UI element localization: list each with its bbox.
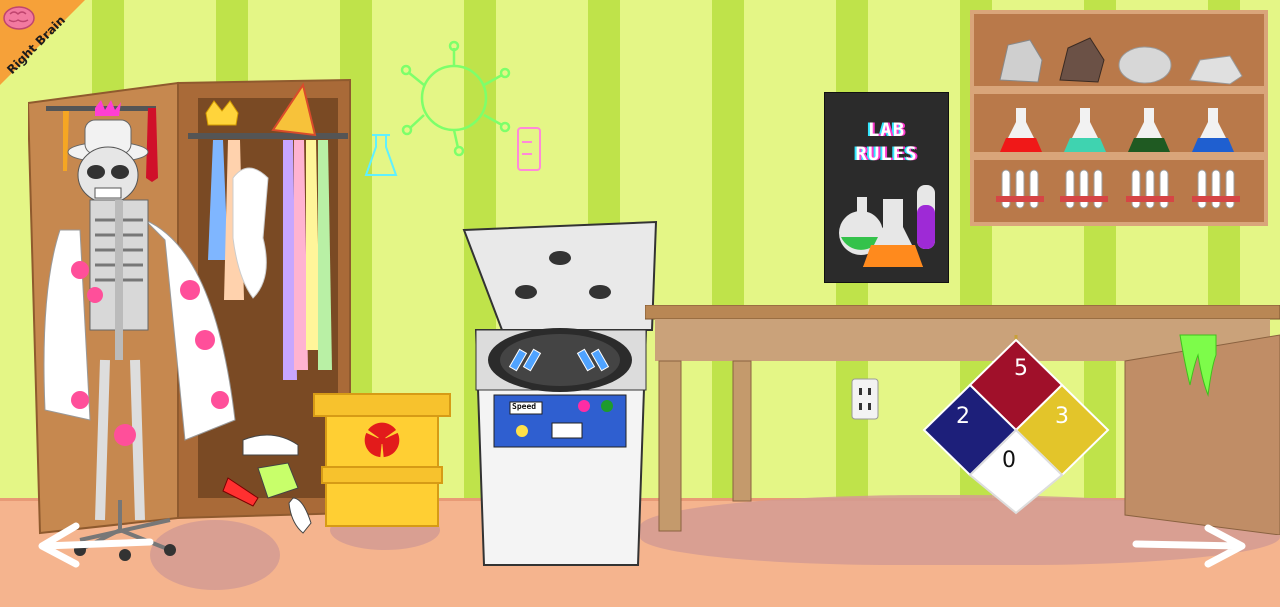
flask-neon-icon xyxy=(364,134,398,176)
speed-label: Speed xyxy=(512,402,537,411)
test-tubes-row xyxy=(1001,169,1235,209)
poster-flasks-icon xyxy=(839,185,935,267)
specimen-shelf[interactable] xyxy=(970,10,1268,226)
game-scene: Right Brain Speed LAB RULES 5 2 3 0 xyxy=(0,0,1280,607)
flammability-number: 5 xyxy=(1014,356,1028,381)
rocks-row xyxy=(999,37,1243,85)
flasks-row xyxy=(1000,108,1234,152)
poster-line1: LAB xyxy=(867,119,906,141)
radioactive-bin[interactable] xyxy=(312,392,452,532)
beaker-neon-icon xyxy=(517,127,541,171)
centrifuge[interactable] xyxy=(462,220,660,580)
special-number: 0 xyxy=(1002,448,1016,473)
health-number: 2 xyxy=(956,404,970,429)
reactivity-number: 3 xyxy=(1055,404,1069,429)
shelf-items xyxy=(996,37,1243,209)
arrow-right-icon[interactable] xyxy=(1130,522,1250,570)
arrow-left-icon[interactable] xyxy=(36,520,156,570)
lab-rules-poster[interactable]: LAB RULES xyxy=(824,92,949,283)
neon-doodles xyxy=(364,40,541,176)
virus-icon xyxy=(400,40,511,157)
poster-line2: RULES xyxy=(855,143,918,165)
skeleton-in-lab-coat[interactable] xyxy=(40,100,270,570)
brain-icon xyxy=(3,6,35,30)
wall-outlet[interactable] xyxy=(851,378,879,420)
